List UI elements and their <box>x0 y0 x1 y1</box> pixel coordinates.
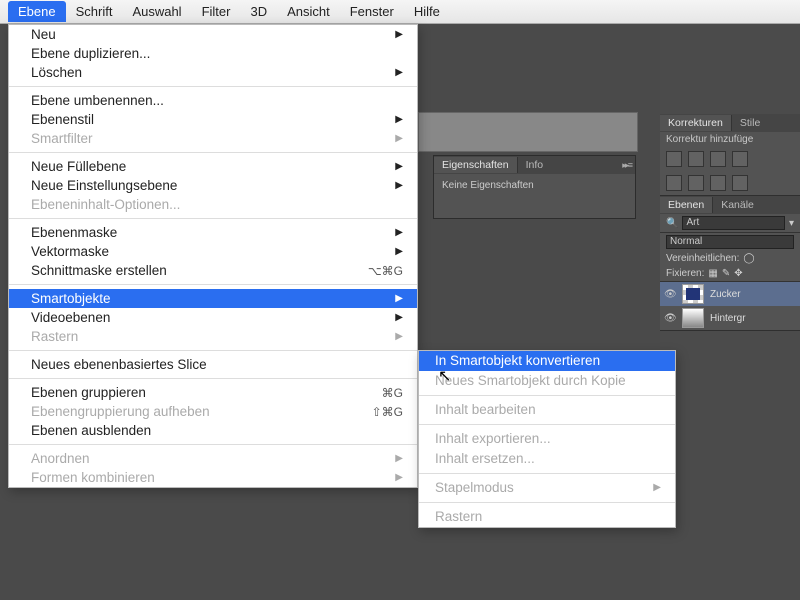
layer-name: Zucker <box>710 289 741 300</box>
ebene-menu-item-26: Anordnen▶ <box>9 449 417 468</box>
properties-panel: Eigenschaften Info ▸▸ ≡ Keine Eigenschaf… <box>433 155 636 219</box>
ebene-menu-item-27: Formen kombinieren▶ <box>9 468 417 487</box>
layer-thumb[interactable] <box>682 284 704 304</box>
menubar-item-ansicht[interactable]: Ansicht <box>277 1 340 22</box>
smartobjekte-submenu-item-6: Inhalt ersetzen... <box>419 449 675 469</box>
smartobjekte-submenu-item-3: Inhalt bearbeiten <box>419 400 675 420</box>
bw-icon[interactable] <box>710 175 726 191</box>
filter-toggle-icon[interactable]: ▾ <box>789 218 794 229</box>
ebene-menu-item-8[interactable]: Neue Füllebene▶ <box>9 157 417 176</box>
corrections-hint: Korrektur hinzufüge <box>660 132 800 147</box>
ebene-menu-item-20[interactable]: Neues ebenenbasiertes Slice <box>9 355 417 374</box>
ebene-menu-item-4[interactable]: Ebene umbenennen... <box>9 91 417 110</box>
smartobjekte-submenu-item-8: Stapelmodus▶ <box>419 478 675 498</box>
layer-filter-select[interactable]: Art <box>682 216 785 230</box>
menubar-item-schrift[interactable]: Schrift <box>66 1 123 22</box>
layer-row-1[interactable]: 👁 Hintergr <box>660 306 800 330</box>
ebene-menu-item-6: Smartfilter▶ <box>9 129 417 148</box>
properties-body: Keine Eigenschaften <box>434 174 635 218</box>
ebene-menu-item-18: Rastern▶ <box>9 327 417 346</box>
ebene-menu-item-9[interactable]: Neue Einstellungsebene▶ <box>9 176 417 195</box>
ebene-menu-item-22[interactable]: Ebenen gruppieren⌘G <box>9 383 417 402</box>
menubar-item-3d[interactable]: 3D <box>240 1 277 22</box>
exposure-icon[interactable] <box>732 151 748 167</box>
document-canvas <box>418 112 638 152</box>
curves-icon[interactable] <box>710 151 726 167</box>
unify-label: Vereinheitlichen: ◯ <box>660 251 800 266</box>
ebene-menu-item-5[interactable]: Ebenenstil▶ <box>9 110 417 129</box>
menubar-item-fenster[interactable]: Fenster <box>340 1 404 22</box>
layers-panel: Ebenen Kanäle 🔍 Art ▾ Normal Vereinheitl… <box>660 196 800 331</box>
ebene-menu-dropdown: Neu▶Ebene duplizieren...Löschen▶ Ebene um… <box>8 24 418 488</box>
menubar-item-hilfe[interactable]: Hilfe <box>404 1 450 22</box>
ebene-menu-item-24[interactable]: Ebenen ausblenden <box>9 421 417 440</box>
lock-row: Fixieren: ▦ ✎ ✥ <box>660 266 800 281</box>
ebene-menu-item-14[interactable]: Schnittmaske erstellen⌥⌘G <box>9 261 417 280</box>
lock-brush-icon[interactable]: ✎ <box>722 268 730 279</box>
smartobjekte-submenu-item-10: Rastern <box>419 507 675 527</box>
ebene-menu-item-2[interactable]: Löschen▶ <box>9 63 417 82</box>
smartobjekte-submenu-item-5: Inhalt exportieren... <box>419 429 675 449</box>
unify-icon[interactable]: ◯ <box>743 253 754 264</box>
levels-icon[interactable] <box>688 151 704 167</box>
tab-eigenschaften[interactable]: Eigenschaften <box>434 157 518 173</box>
ebene-menu-item-0[interactable]: Neu▶ <box>9 25 417 44</box>
ebene-menu-item-17[interactable]: Videoebenen▶ <box>9 308 417 327</box>
vibrance-icon[interactable] <box>666 175 682 191</box>
smartobjekte-submenu: In Smartobjekt konvertierenNeues Smartob… <box>418 350 676 528</box>
visibility-icon[interactable]: 👁 <box>664 313 676 324</box>
corrections-panel: Korrekturen Stile Korrektur hinzufüge <box>660 114 800 196</box>
tab-info[interactable]: Info <box>518 157 552 173</box>
ebene-menu-item-12[interactable]: Ebenenmaske▶ <box>9 223 417 242</box>
ebene-menu-item-10: Ebeneninhalt-Optionen... <box>9 195 417 214</box>
menubar-item-auswahl[interactable]: Auswahl <box>122 1 191 22</box>
menubar-item-filter[interactable]: Filter <box>192 1 241 22</box>
layer-name: Hintergr <box>710 313 746 324</box>
layer-thumb[interactable] <box>682 308 704 328</box>
right-dock: Korrekturen Stile Korrektur hinzufüge Eb… <box>660 24 800 600</box>
ebene-menu-item-1[interactable]: Ebene duplizieren... <box>9 44 417 63</box>
ebene-menu-item-16[interactable]: Smartobjekte▶ <box>9 289 417 308</box>
tab-ebenen[interactable]: Ebenen <box>660 197 713 213</box>
lock-move-icon[interactable]: ✥ <box>734 268 742 279</box>
ebene-menu-item-13[interactable]: Vektormaske▶ <box>9 242 417 261</box>
photo-filter-icon[interactable] <box>732 175 748 191</box>
visibility-icon[interactable]: 👁 <box>664 289 676 300</box>
search-icon[interactable]: 🔍 <box>666 218 678 229</box>
menubar-item-ebene[interactable]: Ebene <box>8 1 66 22</box>
layer-row-0[interactable]: 👁 Zucker <box>660 282 800 306</box>
lock-transparency-icon[interactable]: ▦ <box>708 268 717 279</box>
smartobjekte-submenu-item-1: Neues Smartobjekt durch Kopie <box>419 371 675 391</box>
panel-collapse-icon[interactable]: ▸▸ ≡ <box>622 160 631 171</box>
hue-icon[interactable] <box>688 175 704 191</box>
tab-stile[interactable]: Stile <box>732 115 768 131</box>
brightness-icon[interactable] <box>666 151 682 167</box>
corrections-icons <box>660 147 800 171</box>
blend-mode-select[interactable]: Normal <box>666 235 794 249</box>
tab-kanaele[interactable]: Kanäle <box>713 197 762 213</box>
smartobjekte-submenu-item-0[interactable]: In Smartobjekt konvertieren <box>419 351 675 371</box>
mouse-cursor: ↖ <box>438 366 451 386</box>
ebene-menu-item-23: Ebenengruppierung aufheben⇧⌘G <box>9 402 417 421</box>
tab-korrekturen[interactable]: Korrekturen <box>660 115 732 131</box>
menubar: EbeneSchriftAuswahlFilter3DAnsichtFenste… <box>0 0 800 24</box>
